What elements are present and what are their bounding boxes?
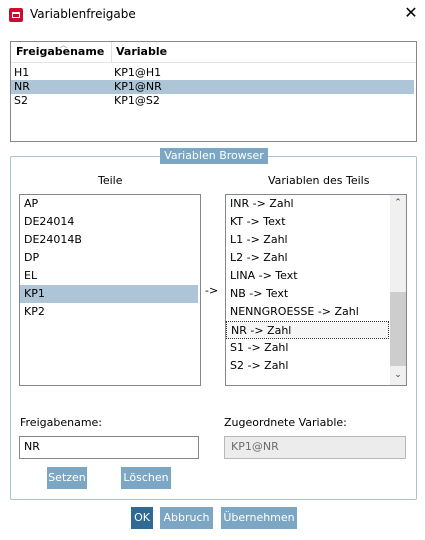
group-legend: Variablen Browser: [160, 148, 268, 164]
list-item[interactable]: L1 -> Zahl: [226, 231, 389, 249]
list-item[interactable]: KP2: [20, 303, 198, 321]
list-item[interactable]: LINA -> Text: [226, 267, 389, 285]
list-item[interactable]: AP: [20, 195, 198, 213]
variable-table[interactable]: ︿ Freigabename Variable H1 KP1@H1 NR KP1…: [10, 41, 417, 142]
teile-listbox[interactable]: AP DE24014 DE24014B DP EL KP1 KP2: [19, 194, 201, 386]
setzen-button[interactable]: Setzen: [47, 467, 87, 489]
zugeordnete-variable-field: KP1@NR: [224, 436, 406, 459]
list-item[interactable]: KT -> Text: [226, 213, 389, 231]
list-item[interactable]: DP: [20, 249, 198, 267]
cell-variable: KP1@S2: [114, 94, 160, 107]
teile-label: Teile: [98, 174, 123, 187]
chevron-down-icon[interactable]: ⌄: [390, 367, 406, 384]
scroll-thumb[interactable]: [390, 292, 406, 366]
cell-name: NR: [14, 80, 30, 93]
header-divider: [11, 62, 416, 63]
variablen-des-teils-label: Variablen des Teils: [268, 174, 370, 187]
cell-name: H1: [14, 66, 30, 79]
column-separator: [111, 42, 112, 62]
list-item-selected[interactable]: KP1: [20, 285, 198, 303]
table-row[interactable]: H1 KP1@H1: [11, 66, 414, 80]
freigabename-label: Freigabename:: [20, 416, 103, 429]
loeschen-button[interactable]: Löschen: [121, 467, 171, 489]
uebernehmen-button[interactable]: Übernehmen: [221, 507, 297, 529]
ok-button[interactable]: OK: [131, 507, 153, 529]
cell-variable: KP1@H1: [114, 66, 162, 79]
table-row[interactable]: S2 KP1@S2: [11, 94, 414, 108]
chevron-up-icon[interactable]: ⌃: [390, 195, 406, 212]
cell-name: S2: [14, 94, 28, 107]
list-item[interactable]: DE24014B: [20, 231, 198, 249]
column-header-freigabename[interactable]: Freigabename: [16, 45, 104, 58]
freigabename-input[interactable]: NR: [19, 436, 199, 459]
list-item[interactable]: EL: [20, 267, 198, 285]
list-item[interactable]: NB -> Text: [226, 285, 389, 303]
window-title: Variablenfreigabe: [30, 7, 136, 21]
cell-variable: KP1@NR: [114, 80, 162, 93]
table-row-selected[interactable]: NR KP1@NR: [11, 80, 414, 94]
zugeordnete-variable-label: Zugeordnete Variable:: [224, 416, 347, 429]
arrow-label: ->: [205, 284, 219, 297]
list-item[interactable]: INR -> Zahl: [226, 195, 389, 213]
app-logo-icon: [9, 8, 23, 22]
list-item-focused[interactable]: NR -> Zahl: [226, 321, 389, 339]
variablen-listbox[interactable]: INR -> Zahl KT -> Text L1 -> Zahl L2 -> …: [225, 194, 407, 386]
list-item[interactable]: S2 -> Zahl: [226, 357, 389, 375]
abbruch-button[interactable]: Abbruch: [160, 507, 213, 529]
close-icon[interactable]: ✕: [401, 2, 421, 24]
list-item[interactable]: DE24014: [20, 213, 198, 231]
vertical-scrollbar[interactable]: ⌃ ⌄: [390, 195, 406, 385]
list-item[interactable]: S1 -> Zahl: [226, 339, 389, 357]
list-item[interactable]: NENNGROESSE -> Zahl: [226, 303, 389, 321]
list-item[interactable]: L2 -> Zahl: [226, 249, 389, 267]
column-header-variable[interactable]: Variable: [116, 45, 167, 58]
